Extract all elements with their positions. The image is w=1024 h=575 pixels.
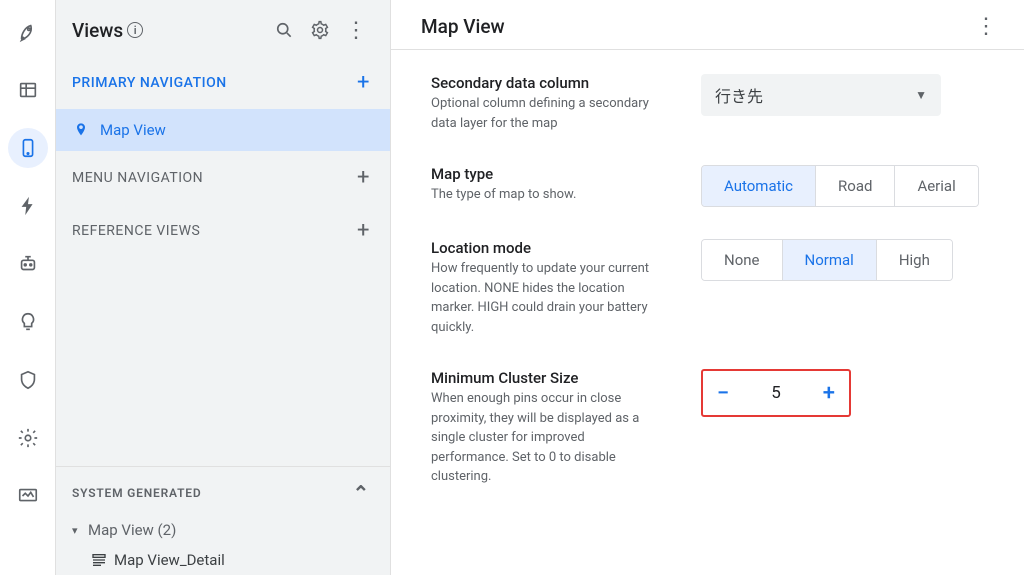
location-mode-desc: How frequently to update your current lo… bbox=[431, 259, 661, 337]
tree-parent-label: Map View (2) bbox=[88, 521, 176, 539]
min-cluster-title: Minimum Cluster Size bbox=[431, 369, 681, 387]
min-cluster-value: 5 bbox=[771, 383, 781, 403]
map-type-aerial[interactable]: Aerial bbox=[895, 166, 977, 206]
map-type-group: Automatic Road Aerial bbox=[701, 165, 979, 207]
location-mode-normal[interactable]: Normal bbox=[783, 240, 877, 280]
section-primary-nav[interactable]: PRIMARY NAVIGATION + bbox=[56, 56, 390, 109]
section-reference-views[interactable]: REFERENCE VIEWS + bbox=[56, 204, 390, 257]
location-mode-group: None Normal High bbox=[701, 239, 953, 281]
row-location-mode: Location mode How frequently to update y… bbox=[431, 239, 984, 337]
main-more-icon[interactable]: ⋮ bbox=[968, 14, 1004, 39]
add-reference-icon[interactable]: + bbox=[357, 218, 370, 243]
settings-icon[interactable] bbox=[302, 12, 338, 48]
row-map-type: Map type The type of map to show. Automa… bbox=[431, 165, 984, 207]
monitor-icon[interactable] bbox=[8, 476, 48, 516]
caret-down-icon: ▾ bbox=[72, 524, 82, 537]
nav-rail bbox=[0, 0, 56, 575]
main-panel: Map View ⋮ Secondary data column Optiona… bbox=[391, 0, 1024, 575]
search-icon[interactable] bbox=[266, 12, 302, 48]
tree-child[interactable]: Map View_Detail bbox=[56, 545, 390, 575]
row-min-cluster: Minimum Cluster Size When enough pins oc… bbox=[431, 369, 984, 487]
sidebar-header: Views i ⋮ bbox=[56, 0, 390, 56]
secondary-data-desc: Optional column defining a secondary dat… bbox=[431, 94, 661, 133]
form-area: Secondary data column Optional column de… bbox=[391, 50, 1024, 549]
idea-icon[interactable] bbox=[8, 302, 48, 342]
caret-down-icon: ▼ bbox=[915, 88, 927, 102]
increment-button[interactable]: + bbox=[823, 381, 835, 406]
device-icon[interactable] bbox=[8, 128, 48, 168]
data-icon[interactable] bbox=[8, 70, 48, 110]
min-cluster-desc: When enough pins occur in close proximit… bbox=[431, 389, 661, 487]
sidebar-title-text: Views bbox=[72, 19, 123, 42]
sidebar: Views i ⋮ PRIMARY NAVIGATION + Map View … bbox=[56, 0, 391, 575]
map-type-desc: The type of map to show. bbox=[431, 185, 661, 205]
secondary-data-select[interactable]: 行き先 ▼ bbox=[701, 74, 941, 116]
location-mode-none[interactable]: None bbox=[702, 240, 783, 280]
min-cluster-stepper: − 5 + bbox=[701, 369, 851, 417]
info-icon[interactable]: i bbox=[127, 22, 143, 38]
add-primary-icon[interactable]: + bbox=[357, 70, 370, 95]
sidebar-title: Views i bbox=[72, 19, 143, 42]
add-menu-icon[interactable]: + bbox=[357, 165, 370, 190]
decrement-button[interactable]: − bbox=[717, 381, 729, 406]
section-primary-label: PRIMARY NAVIGATION bbox=[72, 75, 357, 91]
main-header: Map View ⋮ bbox=[391, 0, 1024, 50]
location-mode-high[interactable]: High bbox=[877, 240, 952, 280]
row-secondary-data: Secondary data column Optional column de… bbox=[431, 74, 984, 133]
location-mode-title: Location mode bbox=[431, 239, 681, 257]
detail-icon bbox=[90, 552, 108, 568]
bolt-icon[interactable] bbox=[8, 186, 48, 226]
system-generated-label: SYSTEM GENERATED bbox=[72, 486, 201, 500]
gear-icon[interactable] bbox=[8, 418, 48, 458]
section-menu-nav[interactable]: MENU NAVIGATION + bbox=[56, 151, 390, 204]
shield-icon[interactable] bbox=[8, 360, 48, 400]
rocket-icon[interactable] bbox=[8, 12, 48, 52]
section-reference-label: REFERENCE VIEWS bbox=[72, 223, 357, 239]
view-item-label: Map View bbox=[100, 121, 166, 139]
page-title: Map View bbox=[421, 15, 505, 38]
tree-parent[interactable]: ▾ Map View (2) bbox=[56, 515, 390, 545]
section-menu-label: MENU NAVIGATION bbox=[72, 170, 357, 186]
pin-icon bbox=[72, 122, 90, 138]
secondary-data-title: Secondary data column bbox=[431, 74, 681, 92]
robot-icon[interactable] bbox=[8, 244, 48, 284]
system-generated-header[interactable]: SYSTEM GENERATED ⌃ bbox=[56, 467, 390, 515]
more-icon[interactable]: ⋮ bbox=[338, 12, 374, 48]
secondary-data-value: 行き先 bbox=[715, 83, 763, 107]
tree-child-label: Map View_Detail bbox=[114, 551, 225, 569]
map-type-automatic[interactable]: Automatic bbox=[702, 166, 816, 206]
map-type-road[interactable]: Road bbox=[816, 166, 895, 206]
view-item-map-view[interactable]: Map View bbox=[56, 109, 390, 151]
sidebar-bottom: SYSTEM GENERATED ⌃ ▾ Map View (2) Map Vi… bbox=[56, 466, 390, 575]
chevron-up-icon[interactable]: ⌃ bbox=[352, 481, 370, 505]
map-type-title: Map type bbox=[431, 165, 681, 183]
